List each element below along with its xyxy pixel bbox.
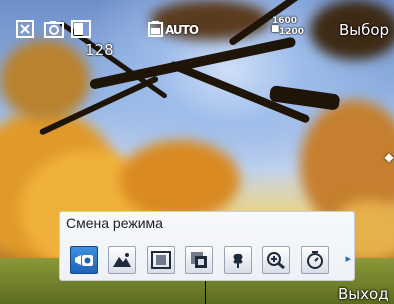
foliage bbox=[120, 140, 240, 220]
flash-auto-label: AUTO bbox=[165, 23, 199, 37]
resolution-bottom: 1200 bbox=[279, 27, 305, 37]
status-bar: 128 AUTO ■ 1600 1200 Выбор bbox=[0, 10, 394, 59]
select-softkey[interactable]: Выбор bbox=[339, 21, 389, 39]
mode-change-panel: Смена режима ▸ bbox=[59, 211, 355, 281]
camera-icon[interactable] bbox=[44, 20, 64, 38]
timer-mode-button[interactable] bbox=[301, 246, 329, 274]
timer-icon bbox=[307, 251, 323, 269]
landscape-mode-button[interactable] bbox=[108, 246, 136, 274]
mode-buttons-row bbox=[70, 246, 354, 274]
zoom-mode-button[interactable] bbox=[262, 246, 290, 274]
panorama-icon bbox=[191, 252, 207, 268]
macro-mode-button[interactable] bbox=[224, 246, 252, 274]
scroll-right-icon[interactable]: ▸ bbox=[345, 252, 351, 265]
panel-title: Смена режима bbox=[66, 215, 163, 231]
zoom-icon bbox=[267, 252, 285, 269]
white-balance-icon[interactable] bbox=[71, 20, 91, 38]
photo-mode-button[interactable] bbox=[70, 246, 98, 274]
pointer-line bbox=[205, 281, 206, 304]
flower-icon bbox=[233, 253, 243, 268]
navigation-hint-icon: ◆ bbox=[384, 150, 394, 164]
resolution-top: 1600 bbox=[272, 16, 298, 26]
camera-photo-icon bbox=[75, 255, 93, 266]
shots-remaining: 128 bbox=[85, 41, 114, 59]
panorama-mode-button[interactable] bbox=[185, 246, 213, 274]
close-icon[interactable] bbox=[16, 20, 34, 38]
mountain-icon bbox=[113, 253, 131, 267]
exit-softkey[interactable]: Выход bbox=[338, 285, 389, 303]
frame-icon bbox=[151, 251, 171, 269]
frame-mode-button[interactable] bbox=[147, 246, 175, 274]
battery-icon bbox=[148, 20, 164, 38]
foliage bbox=[0, 40, 90, 120]
